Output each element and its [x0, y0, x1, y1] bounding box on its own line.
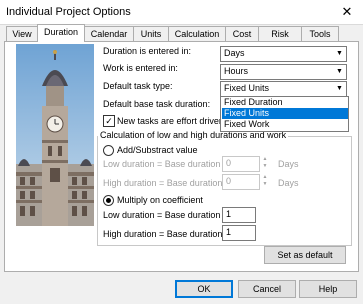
- spin-up-icon[interactable]: ▲: [260, 174, 270, 181]
- chevron-down-icon[interactable]: ▼: [333, 82, 346, 96]
- low-duration-mul-input[interactable]: 1: [222, 207, 256, 223]
- tab-risk[interactable]: Risk: [258, 26, 302, 41]
- low-duration-add-input[interactable]: 0: [222, 156, 260, 172]
- tab-duration[interactable]: Duration: [37, 24, 85, 42]
- tab-calculation[interactable]: Calculation: [168, 26, 226, 41]
- high-duration-add-value: 0: [226, 176, 232, 186]
- low-duration-add-label: Low duration = Base duration -: [103, 159, 226, 169]
- task-type-label: Default task type:: [103, 81, 173, 91]
- work-entered-value: Hours: [224, 66, 249, 76]
- spin-down-icon[interactable]: ▼: [260, 163, 270, 170]
- low-duration-add-unit: Days: [278, 159, 299, 169]
- tab-tools[interactable]: Tools: [301, 26, 339, 41]
- multiply-radio[interactable]: [103, 195, 114, 206]
- spin-down-icon[interactable]: ▼: [260, 181, 270, 188]
- high-duration-mul-value: 1: [226, 227, 232, 237]
- tab-calendar[interactable]: Calendar: [84, 26, 134, 41]
- ok-button[interactable]: OK: [175, 280, 233, 298]
- window-title: Individual Project Options: [6, 6, 131, 18]
- close-icon[interactable]: ✕: [338, 4, 356, 20]
- high-duration-add-unit: Days: [278, 178, 299, 188]
- help-button[interactable]: Help: [299, 280, 357, 298]
- low-duration-mul-label: Low duration = Base duration *: [103, 210, 227, 220]
- multiply-label: Multiply on coefficient: [117, 195, 203, 205]
- low-duration-mul-value: 1: [226, 209, 232, 219]
- spin-up-icon[interactable]: ▲: [260, 156, 270, 163]
- high-duration-mul-label: High duration = Base duration *: [103, 229, 229, 239]
- tab-units[interactable]: Units: [133, 26, 169, 41]
- high-duration-add-input[interactable]: 0: [222, 174, 260, 190]
- cancel-button[interactable]: Cancel: [238, 280, 296, 298]
- task-type-dropdown: Fixed Duration Fixed Units Fixed Work: [220, 96, 349, 132]
- set-as-default-button[interactable]: Set as default: [264, 246, 346, 264]
- low-duration-add-value: 0: [226, 158, 232, 168]
- add-subtract-radio[interactable]: [103, 145, 114, 156]
- chevron-down-icon[interactable]: ▼: [333, 47, 346, 61]
- work-entered-select[interactable]: Hours ▼: [220, 64, 347, 80]
- high-duration-mul-input[interactable]: 1: [222, 225, 256, 241]
- duration-entered-select[interactable]: Days ▼: [220, 46, 347, 62]
- task-type-value: Fixed Units: [224, 83, 270, 93]
- option-fixed-work[interactable]: Fixed Work: [222, 119, 348, 130]
- work-entered-label: Work is entered in:: [103, 63, 178, 73]
- base-duration-label: Default base task duration:: [103, 99, 211, 109]
- high-duration-add-label: High duration = Base duration +: [103, 178, 231, 188]
- add-subtract-label: Add/Substract value: [117, 145, 198, 155]
- option-fixed-duration[interactable]: Fixed Duration: [222, 97, 348, 108]
- duration-entered-label: Duration is entered in:: [103, 46, 192, 56]
- task-type-select[interactable]: Fixed Units ▼: [220, 81, 347, 97]
- option-fixed-units[interactable]: Fixed Units: [222, 108, 348, 119]
- effort-driven-checkbox[interactable]: ✓: [103, 115, 115, 127]
- effort-driven-label: New tasks are effort driven: [117, 116, 224, 126]
- duration-entered-value: Days: [224, 48, 245, 58]
- tab-cost[interactable]: Cost: [225, 26, 259, 41]
- tab-view[interactable]: View: [6, 26, 38, 41]
- chevron-down-icon[interactable]: ▼: [333, 65, 346, 79]
- building-illustration: [16, 44, 94, 226]
